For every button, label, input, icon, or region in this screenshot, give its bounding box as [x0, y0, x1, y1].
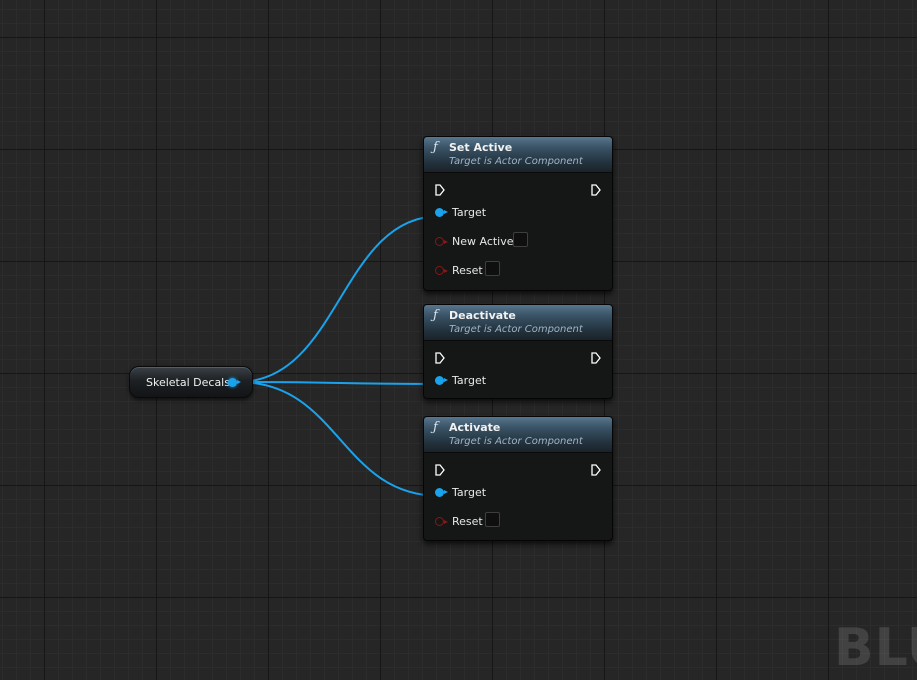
target-pin-row: Target [424, 201, 612, 230]
node-title: Deactivate [449, 309, 516, 322]
exec-input-pin[interactable] [435, 184, 445, 196]
reset-checkbox[interactable] [485, 261, 500, 276]
target-input-pin[interactable] [435, 208, 448, 217]
reset-input-pin[interactable] [435, 266, 448, 275]
wire-skeletal-decals-to-activate-target[interactable] [237, 381, 441, 497]
node-title: Activate [449, 421, 501, 434]
pin-label: New Active [452, 235, 514, 248]
exec-output-pin[interactable] [591, 464, 601, 476]
variable-node-label: Skeletal Decals [146, 376, 230, 389]
new-active-checkbox[interactable] [513, 232, 528, 247]
pin-label: Reset [452, 264, 483, 277]
set-active-node-header[interactable]: ƒ Set Active Target is Actor Component [424, 137, 612, 173]
pin-label: Target [452, 486, 487, 499]
reset-pin-row: Reset [424, 259, 612, 288]
node-subtitle: Target is Actor Component [449, 156, 583, 167]
pin-label: Target [452, 206, 487, 219]
set-active-node[interactable]: ƒ Set Active Target is Actor Component T… [423, 136, 613, 291]
reset-input-pin[interactable] [435, 517, 448, 526]
new-active-pin-row: New Active [424, 230, 612, 259]
function-icon: ƒ [433, 140, 438, 155]
exec-row [424, 341, 612, 369]
skeletal-decals-output-pin[interactable] [228, 378, 241, 387]
exec-input-pin[interactable] [435, 352, 445, 364]
reset-pin-row: Reset [424, 510, 612, 539]
exec-input-pin[interactable] [435, 464, 445, 476]
pin-label: Reset [452, 515, 483, 528]
pin-label: Target [452, 374, 487, 387]
activate-node[interactable]: ƒ Activate Target is Actor Component Tar… [423, 416, 613, 541]
exec-row [424, 453, 612, 481]
activate-node-header[interactable]: ƒ Activate Target is Actor Component [424, 417, 612, 453]
function-icon: ƒ [433, 420, 438, 435]
target-input-pin[interactable] [435, 376, 448, 385]
target-input-pin[interactable] [435, 488, 448, 497]
exec-output-pin[interactable] [591, 352, 601, 364]
target-pin-row: Target [424, 369, 612, 398]
exec-row [424, 173, 612, 201]
deactivate-node[interactable]: ƒ Deactivate Target is Actor Component T… [423, 304, 613, 399]
blueprint-watermark: BLU [834, 618, 917, 678]
skeletal-decals-variable-node[interactable]: Skeletal Decals [129, 366, 253, 398]
node-title: Set Active [449, 141, 513, 154]
node-subtitle: Target is Actor Component [449, 324, 583, 335]
exec-output-pin[interactable] [591, 184, 601, 196]
node-subtitle: Target is Actor Component [449, 436, 583, 447]
wire-skeletal-decals-to-set-active-target[interactable] [237, 215, 441, 383]
function-icon: ƒ [433, 308, 438, 323]
new-active-input-pin[interactable] [435, 237, 448, 246]
deactivate-node-header[interactable]: ƒ Deactivate Target is Actor Component [424, 305, 612, 341]
reset-checkbox[interactable] [485, 512, 500, 527]
wire-skeletal-decals-to-deactivate-target[interactable] [237, 381, 441, 385]
target-pin-row: Target [424, 481, 612, 510]
